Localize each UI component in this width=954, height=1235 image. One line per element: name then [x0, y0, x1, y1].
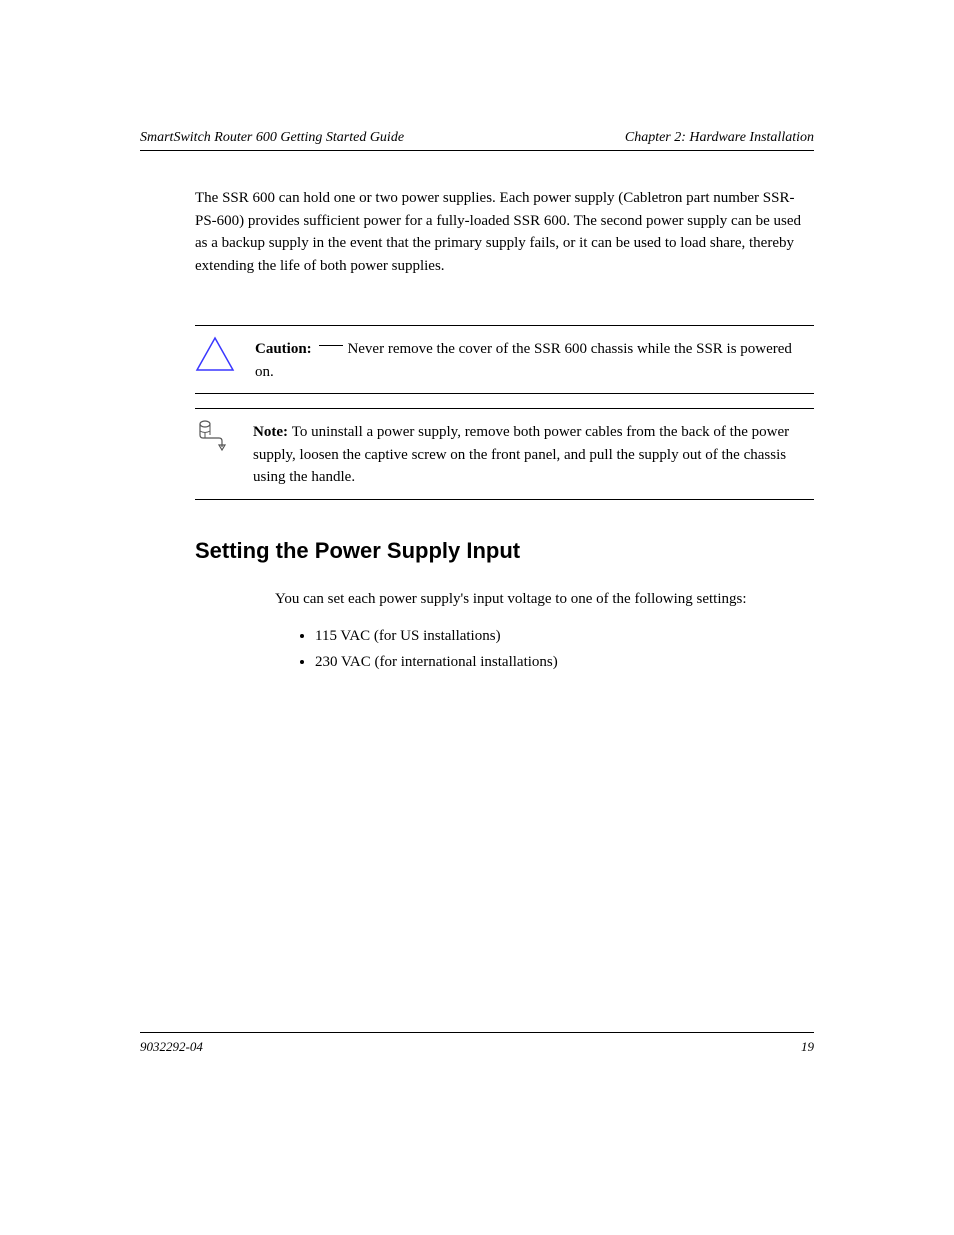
list-item: 115 VAC (for US installations)	[315, 624, 814, 650]
callout-rule	[195, 408, 814, 409]
bullet-list: 115 VAC (for US installations) 230 VAC (…	[315, 624, 814, 675]
callout-rule	[195, 393, 814, 394]
header-left: SmartSwitch Router 600 Getting Started G…	[140, 130, 404, 146]
callout-rule	[195, 325, 814, 326]
emdash-icon	[319, 345, 343, 346]
note-label: Note:	[253, 424, 292, 440]
caution-text: Caution: Never remove the cover of the S…	[255, 336, 814, 383]
list-item: 230 VAC (for international installations…	[315, 650, 814, 676]
intro-paragraph: The SSR 600 can hold one or two power su…	[195, 187, 814, 277]
footer-rule	[140, 1032, 814, 1033]
note-callout: Note: To uninstall a power supply, remov…	[195, 408, 814, 500]
pencil-note-icon	[195, 419, 233, 455]
note-text: Note: To uninstall a power supply, remov…	[253, 419, 814, 489]
page-footer: 9032292-04 19	[140, 1032, 814, 1055]
header-rule	[140, 150, 814, 151]
callout-rule	[195, 499, 814, 500]
section-heading: Setting the Power Supply Input	[195, 538, 814, 564]
caution-callout: Caution: Never remove the cover of the S…	[195, 325, 814, 394]
footer-page-number: 19	[801, 1039, 814, 1055]
caution-triangle-icon	[195, 336, 235, 372]
caution-label: Caution:	[255, 341, 315, 357]
caution-body: Never remove the cover of the SSR 600 ch…	[255, 341, 792, 380]
note-body: To uninstall a power supply, remove both…	[253, 424, 789, 485]
header-right: Chapter 2: Hardware Installation	[625, 130, 814, 146]
section-body: You can set each power supply's input vo…	[275, 588, 814, 611]
footer-doc-number: 9032292-04	[140, 1039, 203, 1055]
